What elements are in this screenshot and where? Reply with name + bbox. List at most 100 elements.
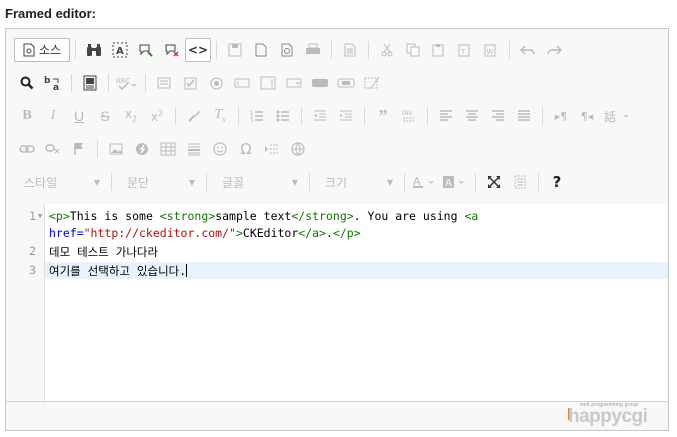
fold-arrow-icon[interactable]: ▼: [38, 212, 42, 220]
toolbar-row-2: ba ABC: [14, 70, 385, 96]
templates-button[interactable]: [337, 38, 363, 62]
textfield-icon: [234, 78, 250, 88]
source-mode-button[interactable]: <>: [185, 38, 211, 62]
binoculars-icon: [87, 44, 101, 56]
uncomment-button[interactable]: [159, 38, 185, 62]
select-all-2-button[interactable]: [77, 71, 103, 95]
source-icon: [23, 43, 35, 57]
checkbox-icon: [184, 77, 196, 89]
ltr-button[interactable]: ▸¶: [548, 104, 574, 128]
help-icon: ?: [552, 172, 562, 191]
align-right-button[interactable]: [485, 104, 511, 128]
code-text: sample text: [215, 209, 292, 223]
toolbar-separator: [111, 173, 112, 191]
text-color-button[interactable]: A: [410, 170, 440, 194]
justify-button[interactable]: [511, 104, 537, 128]
smiley-button[interactable]: [207, 137, 233, 161]
find-button[interactable]: [81, 38, 107, 62]
save-button[interactable]: [222, 38, 248, 62]
cut-button[interactable]: [374, 38, 400, 62]
special-char-button[interactable]: Ω: [233, 137, 259, 161]
print-button[interactable]: [300, 38, 326, 62]
toolbar-separator: [364, 107, 365, 125]
anchor-button[interactable]: [66, 137, 92, 161]
maximize-button[interactable]: [481, 170, 507, 194]
remove-format-icon: Tx: [214, 107, 226, 124]
select-all-button[interactable]: A: [107, 38, 133, 62]
subscript-button[interactable]: x2: [118, 104, 144, 128]
new-page-button[interactable]: [248, 38, 274, 62]
align-center-button[interactable]: [459, 104, 485, 128]
scissors-icon: [381, 43, 393, 57]
align-left-button[interactable]: [433, 104, 459, 128]
style-combo[interactable]: 스타일 ▼: [14, 171, 106, 193]
page-break-button[interactable]: [259, 137, 285, 161]
checkbox-button[interactable]: [177, 71, 203, 95]
paste-word-button[interactable]: W: [478, 38, 504, 62]
source-code-area[interactable]: 1 ▼ <p>This is some <strong>sample text<…: [6, 204, 668, 404]
language-button[interactable]: 話: [600, 104, 636, 128]
font-combo[interactable]: 글꼴 ▼: [212, 171, 304, 193]
bold-button[interactable]: B: [14, 104, 40, 128]
source-button[interactable]: 소스: [14, 38, 70, 62]
outdent-button[interactable]: [307, 104, 333, 128]
select-button[interactable]: [281, 71, 307, 95]
paste-text-button[interactable]: T: [452, 38, 478, 62]
remove-format-button[interactable]: Tx: [207, 104, 233, 128]
select-all-doc-icon: [83, 75, 97, 91]
comment-button[interactable]: [133, 38, 159, 62]
textfield-button[interactable]: [229, 71, 255, 95]
strike-button[interactable]: S: [92, 104, 118, 128]
radio-button[interactable]: [203, 71, 229, 95]
spellcheck-icon: ABC: [116, 77, 137, 90]
new-page-icon: [255, 43, 267, 57]
replace-button[interactable]: ba: [40, 71, 66, 95]
superscript-button[interactable]: x2: [144, 104, 170, 128]
redo-button[interactable]: [541, 38, 567, 62]
line-number-gutter: [6, 204, 45, 404]
find-replace-button[interactable]: [14, 71, 40, 95]
unlink-button[interactable]: [40, 137, 66, 161]
html-tag: <strong>: [159, 209, 216, 223]
rtl-button[interactable]: ¶◂: [574, 104, 600, 128]
size-combo[interactable]: 크기 ▼: [315, 171, 399, 193]
toolbar-separator: [71, 74, 72, 92]
imagebutton-button[interactable]: [333, 71, 359, 95]
link-button[interactable]: [14, 137, 40, 161]
bg-color-button[interactable]: A: [440, 170, 470, 194]
numbered-list-button[interactable]: 123: [244, 104, 270, 128]
preview-button[interactable]: [274, 38, 300, 62]
help-button[interactable]: ?: [544, 170, 570, 194]
form-button-button[interactable]: [307, 71, 333, 95]
create-div-button[interactable]: DIV: [396, 104, 422, 128]
horizontal-rule-button[interactable]: [181, 137, 207, 161]
svg-text:W: W: [487, 48, 494, 56]
spellcheck-button[interactable]: ABC: [114, 71, 140, 95]
form-button[interactable]: [151, 71, 177, 95]
image-button[interactable]: [103, 137, 129, 161]
preview-icon: [281, 43, 292, 57]
hiddenfield-button[interactable]: [359, 71, 385, 95]
iframe-button[interactable]: [285, 137, 311, 161]
paste-button[interactable]: [426, 38, 452, 62]
format-combo[interactable]: 문단 ▼: [117, 171, 201, 193]
text-cursor: [186, 264, 188, 277]
flash-button[interactable]: [129, 137, 155, 161]
blockquote-button[interactable]: ”: [370, 104, 396, 128]
bulleted-list-button[interactable]: [270, 104, 296, 128]
copy-button[interactable]: [400, 38, 426, 62]
undo-button[interactable]: [515, 38, 541, 62]
code-text: CKEditor: [242, 226, 299, 240]
toolbar-separator: [238, 107, 239, 125]
show-blocks-button[interactable]: [507, 170, 533, 194]
table-button[interactable]: [155, 137, 181, 161]
toolbar-separator: [331, 41, 332, 59]
indent-button[interactable]: [333, 104, 359, 128]
copy-formatting-button[interactable]: [181, 104, 207, 128]
code-line-1-wrapped: href="http://ckeditor.com/">CKEditor</a>…: [49, 226, 361, 240]
line-number: 3: [29, 263, 36, 277]
blockquote-icon: ”: [378, 106, 388, 126]
italic-button[interactable]: I: [40, 104, 66, 128]
underline-button[interactable]: U: [66, 104, 92, 128]
textarea-button[interactable]: [255, 71, 281, 95]
